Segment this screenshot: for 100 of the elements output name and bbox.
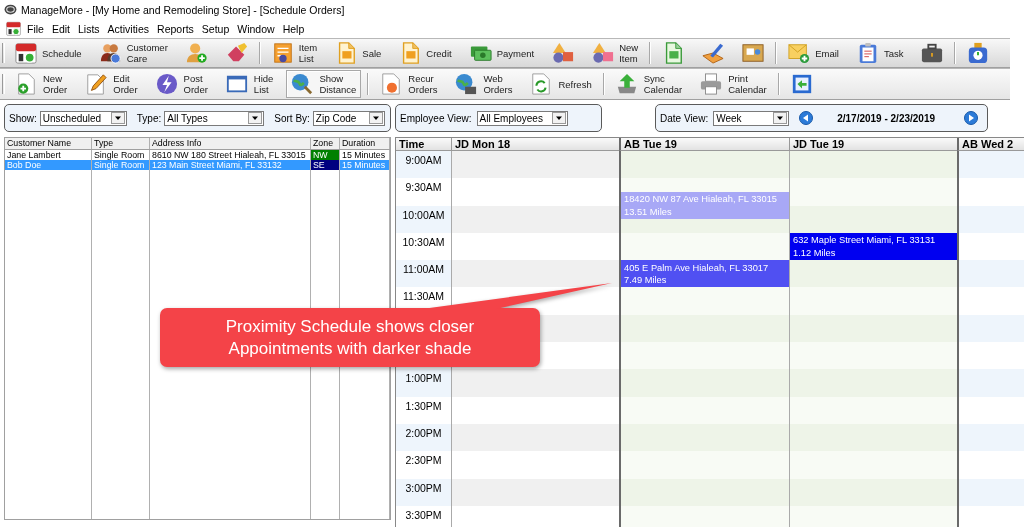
toolbar-button[interactable]: Payment [464,39,540,67]
column-header[interactable]: Address Info [150,138,311,149]
appointment-address: 18420 NW 87 Ave Hialeah, FL 33015 [624,194,777,205]
appointment-block[interactable]: 632 Maple Street Miami, FL 33131 1.12 Miles [790,232,957,261]
globe-search-icon [291,73,314,95]
board-icon [742,42,765,64]
toolbar-button[interactable]: Credit [394,39,457,67]
menu-item[interactable]: Help [278,22,309,35]
appointment-distance: 7.49 Miles [624,275,667,286]
menu-item[interactable]: Activities [103,22,154,35]
column-header[interactable]: Type [92,138,150,149]
date-view-dropdown[interactable]: Week [713,110,790,126]
time-label: 9:00AM [405,154,442,166]
toolbar-button[interactable]: Hide List [220,70,279,98]
calendar-icon [15,42,37,64]
caret-icon [368,112,383,124]
menu-item[interactable]: Setup [197,22,234,35]
time-label: 2:00PM [405,426,442,439]
appointment-distance: 13.51 Miles [624,206,672,217]
time-label: 10:00AM [402,208,445,221]
toolbar-button[interactable]: Item List [266,39,323,67]
filter-label: Type: [136,112,162,124]
menu-item[interactable]: File [23,22,48,35]
menu-item[interactable]: Lists [74,22,104,35]
filter-dropdown[interactable]: Zip Code [312,110,385,126]
caret-icon [551,112,566,124]
filter-label: Date View: [660,112,709,124]
toolbar-button[interactable]: Sale [330,39,387,67]
column-header: JD Mon 18 [451,138,619,151]
toolbar-button[interactable]: Refresh [525,70,597,98]
column-header: AB Tue 19 [619,138,789,151]
toolbar-button[interactable]: Show Distance [286,70,362,98]
column-header[interactable]: Customer Name [5,138,92,149]
time-label: 1:00PM [405,372,442,385]
people-icon [99,42,122,64]
lightning-icon [155,73,178,95]
appointment-block[interactable]: 405 E Palm Ave Hialeah, FL 33017 7.49 Miles [621,260,789,288]
time-label: 9:30AM [405,181,442,194]
zone-cell: SE [311,160,340,170]
menu-item[interactable]: Edit [47,22,74,35]
day-column[interactable]: 18420 NW 87 Ave Hialeah, FL 33015 13.51 Miles 405 E Palm Ave Hialeah, FL 33017 7.49 Miles [619,151,789,527]
upload-icon [615,73,638,95]
employee-dropdown[interactable]: All Employees [476,110,568,126]
envelope-icon [788,42,811,64]
calendar-icon [6,21,21,36]
time-label: 1:30PM [405,399,442,412]
refresh-icon [530,73,553,95]
filter-dropdown[interactable]: All Types [164,110,265,126]
timer-icon [967,42,990,64]
time-label: 11:00AM [402,263,445,276]
globe-icon [455,73,478,95]
toolbar-button[interactable]: Web Orders [450,70,518,98]
menu-item[interactable]: Reports [153,22,198,35]
table-row[interactable]: Bob Doe Single Room 123 Main Street Miami, FL 33132 SE 15 Minutes [5,160,390,170]
table-cell: Bob Doe [5,160,92,170]
appointment-distance: 1.12 Miles [793,247,836,258]
app-logo-icon [4,3,17,16]
filter-label: Show: [9,112,37,124]
table-cell: Single Room [92,160,150,170]
toolbar-button[interactable]: Email [783,39,844,67]
next-button[interactable] [964,111,978,125]
time-label: 10:30AM [402,235,445,248]
day-column[interactable]: 632 Maple Street Miami, FL 33131 1.12 Miles [789,151,957,527]
callout-text: Proximity Schedule shows closer Appointments with darker shade [224,315,476,360]
caret-icon [773,112,788,124]
toolbar-button[interactable]: New Item [587,39,644,67]
screen-icon [790,73,813,95]
edit-document-icon [85,73,108,95]
toolbar-button[interactable]: Recur Orders [375,70,443,98]
menu-item[interactable]: Window [233,22,279,35]
toolbar-button[interactable]: Task [851,39,909,67]
arrow-right-icon [964,111,978,125]
toolbar-button[interactable]: Print Calendar [695,70,772,98]
previous-button[interactable] [799,111,814,125]
toolbar-button[interactable]: Post Order [150,70,213,98]
time-label: 3:00PM [405,481,442,494]
toolbar-button[interactable]: Edit Order [80,70,143,98]
appointment-address: 632 Maple Street Miami, FL 33131 [793,235,936,246]
document-icon [271,42,294,64]
time-label: 3:30PM [405,508,442,521]
column-header: JD Tue 19 [789,138,957,151]
filter-dropdown[interactable]: Unscheduled [39,110,127,126]
toolbar-button[interactable]: Schedule [10,39,87,67]
toolbar-button[interactable]: New Order [10,70,73,98]
filter-label: Employee View: [400,112,472,124]
shapes-icon [592,42,615,64]
toolbar-button[interactable]: Sync Calendar [610,70,688,98]
pencil-icon [702,42,725,64]
table-cell: 15 Minutes [340,160,390,170]
column-header[interactable]: Duration [340,138,390,149]
document-add-icon [15,73,37,95]
filter-label: Sort By: [274,112,310,124]
printer-icon [700,73,723,95]
briefcase-icon [921,42,944,64]
toolbar-button[interactable]: Customer Care [94,39,173,67]
window-icon [225,73,248,95]
column-header[interactable]: Zone [311,138,340,149]
eraser-icon [225,42,248,64]
caret-icon [248,112,263,124]
document-icon [380,73,403,95]
